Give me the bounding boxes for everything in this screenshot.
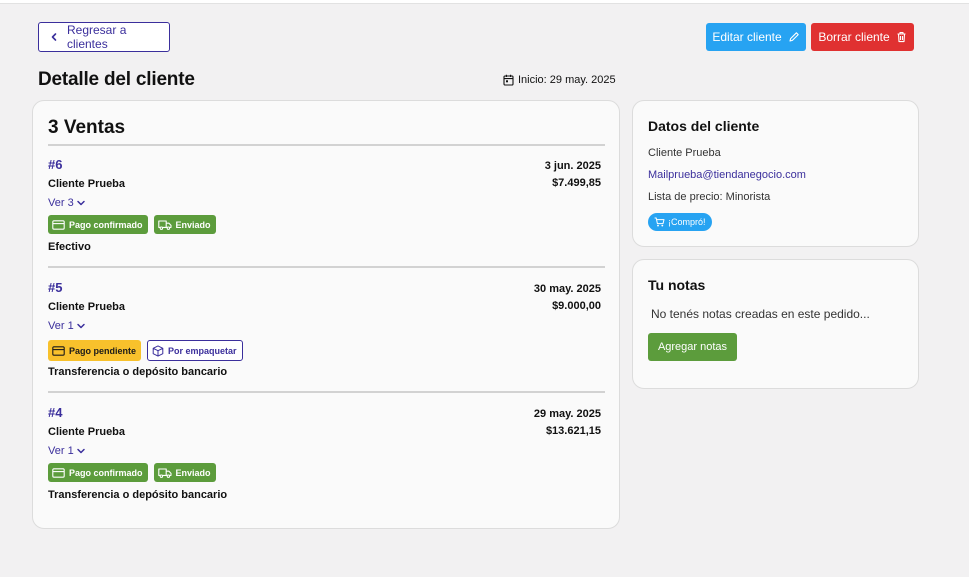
bought-badge-label: ¡Compró!: [668, 217, 706, 227]
payment-status-label: Pago confirmado: [69, 219, 143, 230]
box-icon: [152, 344, 164, 357]
calendar-icon: [503, 74, 514, 86]
sale-item: #4 29 may. 2025 Cliente Prueba $13.621,1…: [48, 405, 605, 515]
view-items-toggle[interactable]: Ver 1: [48, 320, 86, 332]
divider: [48, 391, 605, 393]
client-price-list: Lista de precio: Minorista: [648, 191, 771, 203]
client-card-title: Datos del cliente: [648, 118, 760, 134]
back-to-clients-button[interactable]: Regresar a clientes: [38, 22, 170, 52]
sale-date: 30 may. 2025: [533, 283, 601, 295]
truck-icon: [157, 467, 172, 478]
edit-button-label: Editar cliente: [712, 30, 782, 44]
sale-total: $7.499,85: [552, 177, 601, 189]
view-items-toggle[interactable]: Ver 3: [48, 197, 86, 209]
pencil-icon: [788, 31, 800, 43]
sale-client: Cliente Prueba: [48, 426, 126, 438]
view-items-label: Ver 1: [48, 320, 74, 332]
sale-id-link[interactable]: #4: [48, 405, 62, 420]
sales-card: 3 Ventas #6 3 jun. 2025 Cliente Prueba $…: [32, 100, 620, 529]
start-date: Inicio: 29 may. 2025: [503, 74, 616, 86]
payment-status-badge: Pago confirmado: [48, 463, 148, 482]
sale-id-link[interactable]: #5: [48, 280, 62, 295]
sale-id-link[interactable]: #6: [48, 157, 62, 172]
payment-status-badge: Pago pendiente: [48, 340, 142, 361]
status-badges: Pago confirmado Enviado: [48, 215, 216, 234]
notes-empty-message: No tenés notas creadas en este pedido...: [651, 307, 870, 321]
chevron-down-icon: [76, 447, 86, 455]
bought-badge: ¡Compró!: [648, 213, 712, 231]
credit-card-icon: [52, 345, 65, 356]
sale-date: 29 may. 2025: [533, 408, 601, 420]
edit-client-button[interactable]: Editar cliente: [706, 23, 806, 51]
cart-icon: [654, 217, 665, 227]
payment-method: Transferencia o depósito bancario: [48, 489, 228, 501]
view-items-label: Ver 1: [48, 445, 74, 457]
notes-card-title: Tu notas: [648, 277, 706, 293]
divider: [48, 266, 605, 268]
divider: [48, 144, 605, 146]
chevron-down-icon: [76, 199, 86, 207]
sale-date: 3 jun. 2025: [544, 160, 601, 172]
shipping-status-badge: Enviado: [153, 215, 216, 234]
sale-total: $13.621,15: [545, 425, 601, 437]
credit-card-icon: [52, 467, 65, 478]
sale-item: #5 30 may. 2025 Cliente Prueba $9.000,00…: [48, 280, 605, 390]
view-items-label: Ver 3: [48, 197, 74, 209]
sale-client: Cliente Prueba: [48, 178, 126, 190]
notes-card: Tu notas No tenés notas creadas en este …: [632, 259, 919, 389]
sale-item: #6 3 jun. 2025 Cliente Prueba $7.499,85 …: [48, 157, 605, 267]
sale-total: $9.000,00: [552, 300, 601, 312]
shipping-status-label: Enviado: [175, 219, 211, 230]
delete-client-button[interactable]: Borrar cliente: [811, 23, 914, 51]
payment-status-label: Pago confirmado: [69, 467, 143, 478]
payment-method: Transferencia o depósito bancario: [48, 366, 228, 378]
back-button-label: Regresar a clientes: [67, 23, 127, 51]
client-email-link[interactable]: Mailprueba@tiendanegocio.com: [648, 169, 806, 181]
client-name: Cliente Prueba: [648, 147, 721, 159]
shipping-status-badge: Por empaquetar: [147, 340, 243, 361]
start-date-label: Inicio: 29 may. 2025: [518, 74, 616, 86]
status-badges: Pago confirmado Enviado: [48, 463, 216, 482]
shipping-status-label: Por empaquetar: [168, 345, 237, 356]
delete-button-label: Borrar cliente: [818, 30, 890, 44]
chevron-down-icon: [76, 322, 86, 330]
add-notes-button[interactable]: Agregar notas: [648, 333, 737, 361]
payment-status-badge: Pago confirmado: [48, 215, 148, 234]
payment-method: Efectivo: [48, 241, 91, 253]
sale-client: Cliente Prueba: [48, 301, 126, 313]
page-title: Detalle del cliente: [38, 69, 195, 90]
client-data-card: Datos del cliente Cliente Prueba Mailpru…: [632, 100, 919, 247]
view-items-toggle[interactable]: Ver 1: [48, 445, 86, 457]
payment-status-label: Pago pendiente: [69, 345, 137, 356]
sales-title: 3 Ventas: [48, 117, 126, 138]
chevron-left-icon: [50, 32, 58, 42]
truck-icon: [157, 219, 172, 230]
shipping-status-badge: Enviado: [153, 463, 216, 482]
top-bar: [0, 0, 969, 4]
shipping-status-label: Enviado: [175, 467, 211, 478]
credit-card-icon: [52, 219, 65, 230]
trash-icon: [896, 31, 907, 43]
status-badges: Pago pendiente Por empaquetar: [48, 340, 243, 361]
